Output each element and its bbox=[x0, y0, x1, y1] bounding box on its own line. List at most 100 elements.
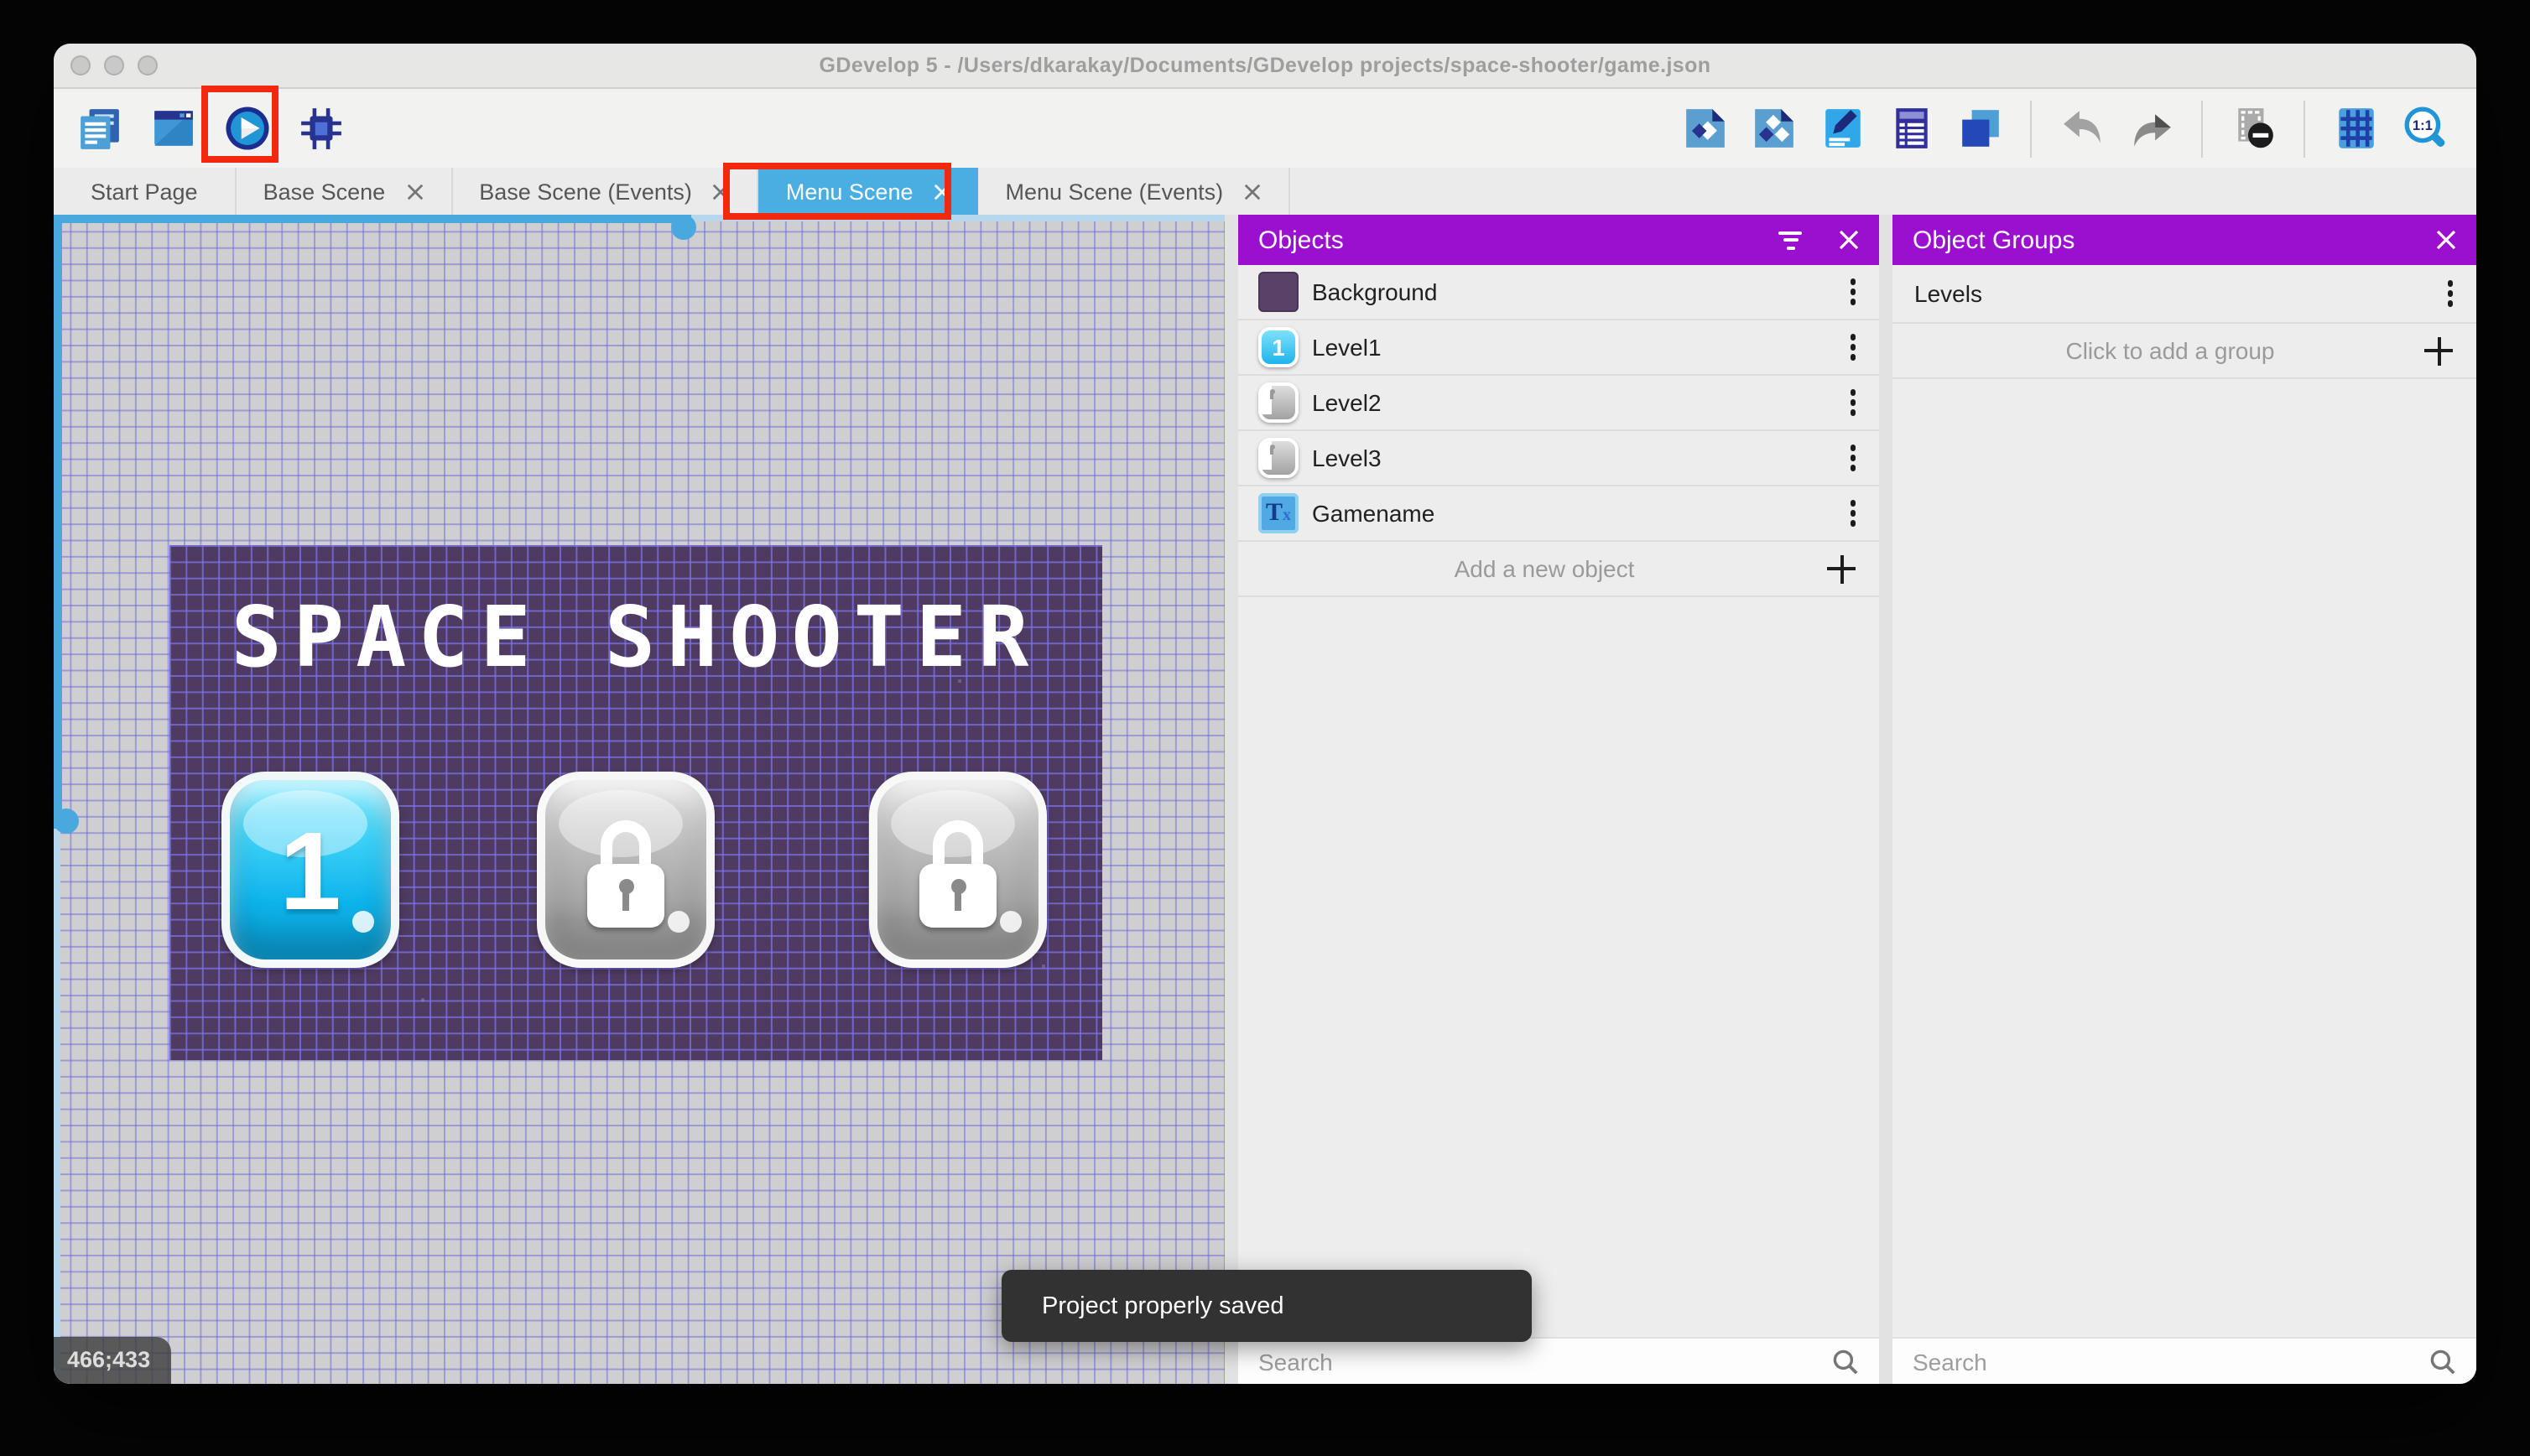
properties-panel-icon[interactable] bbox=[1817, 103, 1867, 153]
tab-label: Base Scene bbox=[263, 179, 386, 204]
tab-start-page[interactable]: Start Page bbox=[54, 168, 237, 215]
background-thumbnail bbox=[1258, 272, 1299, 312]
object-menu-icon[interactable] bbox=[1846, 383, 1859, 423]
object-row-gamename[interactable]: Tx Gamename bbox=[1238, 486, 1879, 542]
toolbar-left-group bbox=[74, 103, 346, 153]
play-icon[interactable] bbox=[221, 103, 272, 153]
object-name: Gamename bbox=[1312, 500, 1435, 527]
close-objects-panel-icon[interactable] bbox=[1839, 230, 1859, 250]
tab-menu-scene-events[interactable]: Menu Scene (Events) bbox=[979, 168, 1291, 215]
panel-divider[interactable] bbox=[1879, 215, 1892, 1384]
toggle-grid-icon[interactable] bbox=[2330, 103, 2381, 153]
add-group-label: Click to add a group bbox=[2065, 337, 2275, 364]
tab-label: Menu Scene (Events) bbox=[1005, 179, 1224, 204]
object-row-level3[interactable]: Level3 bbox=[1238, 431, 1879, 486]
vertical-scrollbar[interactable] bbox=[54, 215, 62, 829]
level3-locked-button-sprite[interactable] bbox=[869, 772, 1047, 968]
level2-locked-button-sprite[interactable] bbox=[537, 772, 715, 968]
level1-number: 1 bbox=[279, 809, 341, 933]
redo-icon[interactable] bbox=[2126, 103, 2176, 153]
search-icon[interactable] bbox=[2429, 1348, 2456, 1375]
level2-thumbnail bbox=[1258, 382, 1299, 423]
toggle-instances-mask-icon[interactable] bbox=[2228, 103, 2278, 153]
gamename-thumbnail: Tx bbox=[1258, 493, 1299, 533]
group-row-levels[interactable]: Levels bbox=[1892, 265, 2476, 324]
objects-panel-icon[interactable] bbox=[1679, 103, 1730, 153]
object-menu-icon[interactable] bbox=[1846, 328, 1859, 367]
tabbar: Start Page Base Scene Base Scene (Events… bbox=[54, 168, 2476, 215]
tab-label: Menu Scene bbox=[785, 179, 914, 204]
star-specks bbox=[169, 545, 173, 549]
tab-label: Start Page bbox=[91, 179, 198, 204]
vertical-scrollbar-thumb[interactable] bbox=[54, 809, 79, 834]
objects-panel-empty-space bbox=[1238, 597, 1879, 1337]
object-groups-panel-title: Object Groups bbox=[1913, 226, 2075, 254]
scene-editor-icon[interactable] bbox=[148, 103, 198, 153]
object-name: Level2 bbox=[1312, 389, 1382, 416]
content-area: SPACE SHOOTER 1 466;433 Objects Backgrou… bbox=[54, 215, 2476, 1384]
toast-message: Project properly saved bbox=[1042, 1292, 1284, 1319]
toolbar-separator bbox=[2201, 100, 2203, 157]
close-tab-icon[interactable] bbox=[1243, 182, 1262, 200]
object-menu-icon[interactable] bbox=[1846, 494, 1859, 533]
filter-icon[interactable] bbox=[1778, 231, 1802, 249]
scene-title-sprite[interactable]: SPACE SHOOTER bbox=[169, 589, 1102, 686]
level1-button-sprite[interactable]: 1 bbox=[221, 772, 399, 968]
lock-icon bbox=[918, 820, 998, 928]
toolbar: 1:1 bbox=[54, 89, 2476, 168]
tab-base-scene-events[interactable]: Base Scene (Events) bbox=[452, 168, 759, 215]
object-groups-panel-icon[interactable] bbox=[1748, 103, 1799, 153]
lock-icon bbox=[586, 820, 666, 928]
gdevelop-window: GDevelop 5 - /Users/dkarakay/Documents/G… bbox=[54, 44, 2476, 1384]
layers-panel-icon[interactable] bbox=[1955, 103, 2005, 153]
object-groups-search-input[interactable] bbox=[1913, 1348, 2416, 1375]
object-name: Background bbox=[1312, 278, 1438, 305]
object-row-level1[interactable]: 1 Level1 bbox=[1238, 320, 1879, 376]
window-title: GDevelop 5 - /Users/dkarakay/Documents/G… bbox=[819, 54, 1711, 77]
object-menu-icon[interactable] bbox=[1846, 439, 1859, 478]
objects-search-row bbox=[1238, 1337, 1879, 1384]
close-tab-icon[interactable] bbox=[934, 182, 952, 200]
close-tab-icon[interactable] bbox=[405, 182, 424, 200]
tab-base-scene[interactable]: Base Scene bbox=[237, 168, 453, 215]
objects-panel: Objects Background 1 Level1 Level2 Level… bbox=[1238, 215, 1879, 1384]
close-tab-icon[interactable] bbox=[712, 182, 731, 200]
horizontal-scrollbar[interactable] bbox=[54, 215, 691, 223]
undo-icon[interactable] bbox=[2057, 103, 2107, 153]
panel-divider[interactable] bbox=[1225, 215, 1238, 1384]
scene-canvas[interactable]: SPACE SHOOTER 1 466;433 bbox=[54, 215, 1225, 1384]
object-name: Level1 bbox=[1312, 334, 1382, 361]
toolbar-right-group: 1:1 bbox=[1679, 89, 2449, 168]
scene-viewport[interactable]: SPACE SHOOTER 1 bbox=[169, 545, 1102, 1060]
toolbar-separator bbox=[2304, 100, 2305, 157]
plus-icon[interactable] bbox=[2424, 336, 2453, 365]
toolbar-separator bbox=[2030, 100, 2032, 157]
search-icon[interactable] bbox=[1832, 1348, 1859, 1375]
horizontal-scrollbar-thumb[interactable] bbox=[671, 215, 696, 240]
add-group-row[interactable]: Click to add a group bbox=[1892, 324, 2476, 379]
objects-panel-title: Objects bbox=[1258, 226, 1344, 254]
zoom-icon-label: 1:1 bbox=[2412, 117, 2432, 133]
close-object-groups-panel-icon[interactable] bbox=[2436, 230, 2456, 250]
add-object-row[interactable]: Add a new object bbox=[1238, 542, 1879, 597]
zoom-original-icon[interactable]: 1:1 bbox=[2399, 103, 2449, 153]
object-row-level2[interactable]: Level2 bbox=[1238, 376, 1879, 431]
group-menu-icon[interactable] bbox=[2444, 274, 2456, 314]
debug-icon[interactable] bbox=[295, 103, 346, 153]
level1-thumbnail: 1 bbox=[1258, 327, 1299, 367]
tab-menu-scene[interactable]: Menu Scene bbox=[758, 168, 979, 215]
group-name: Levels bbox=[1914, 280, 1982, 307]
save-toast: Project properly saved bbox=[1002, 1270, 1532, 1342]
objects-search-input[interactable] bbox=[1258, 1348, 1819, 1375]
titlebar: GDevelop 5 - /Users/dkarakay/Documents/G… bbox=[54, 44, 2476, 89]
screenshot-stage: GDevelop 5 - /Users/dkarakay/Documents/G… bbox=[0, 0, 2530, 1456]
plus-icon[interactable] bbox=[1827, 554, 1856, 583]
object-row-background[interactable]: Background bbox=[1238, 265, 1879, 320]
tab-label: Base Scene (Events) bbox=[479, 179, 692, 204]
project-manager-icon[interactable] bbox=[74, 103, 124, 153]
object-groups-panel-header: Object Groups bbox=[1892, 215, 2476, 265]
cursor-coordinates: 466;433 bbox=[54, 1337, 171, 1384]
instances-list-panel-icon[interactable] bbox=[1886, 103, 1936, 153]
object-groups-search-row bbox=[1892, 1337, 2476, 1384]
object-menu-icon[interactable] bbox=[1846, 273, 1859, 312]
